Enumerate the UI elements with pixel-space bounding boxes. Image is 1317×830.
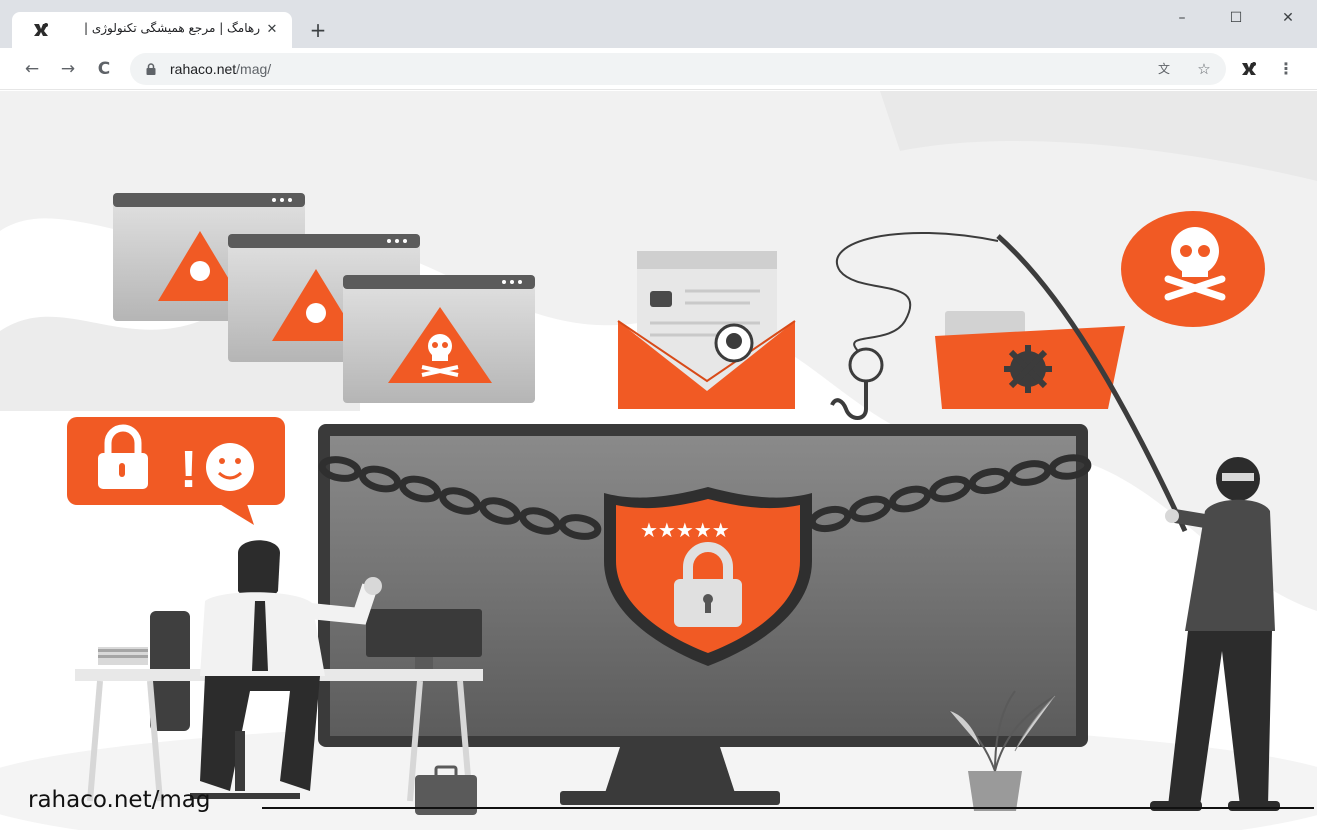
exclamation-text: ! [180, 441, 197, 499]
watermark-divider [262, 807, 1314, 809]
translate-icon[interactable]: 文 [1154, 59, 1174, 79]
minimize-button[interactable]: – [1162, 8, 1202, 28]
browser-tab[interactable]: رهامگ | مرجع همیشگی تکنولوژی | ✕ [12, 12, 292, 48]
page-content: ! ★★★★★ rahaco.net/mag [0, 91, 1317, 830]
svg-text:★★★★★: ★★★★★ [640, 518, 730, 542]
new-tab-button[interactable]: + [306, 18, 330, 42]
menu-icon[interactable]: ⋮ [1278, 57, 1294, 81]
phishing-email-icon [617, 251, 796, 409]
lock-icon [146, 63, 156, 75]
url-host: rahaco.net [170, 61, 237, 77]
reload-button[interactable]: C [92, 57, 116, 81]
maximize-button[interactable]: ☐ [1216, 8, 1256, 28]
forward-button[interactable]: → [56, 57, 80, 81]
browser-toolbar: ← → C rahaco.net/mag/ 文 ☆ ⋮ [0, 48, 1317, 90]
rahaco-extension-icon[interactable] [1240, 61, 1258, 77]
close-window-button[interactable]: ✕ [1268, 8, 1308, 28]
tab-strip: رهامگ | مرجع همیشگی تکنولوژی | ✕ + – ☐ ✕ [0, 0, 1317, 48]
rahaco-favicon-icon [34, 23, 48, 36]
warning-window-3 [343, 275, 535, 403]
skull-bubble-icon [1121, 211, 1265, 327]
url-path: /mag/ [236, 61, 272, 77]
smiley-icon [206, 443, 254, 491]
tab-title: رهامگ | مرجع همیشگی تکنولوژی | [83, 21, 260, 35]
security-speech-bubble: ! [67, 417, 285, 525]
star-icon[interactable]: ☆ [1194, 59, 1214, 79]
cyber-security-illustration: ! ★★★★★ [0, 91, 1317, 830]
site-watermark: rahaco.net/mag [28, 787, 211, 813]
tab-close-icon[interactable]: ✕ [262, 20, 282, 40]
rating-stars: ★★★★★ [640, 518, 730, 542]
url-text[interactable]: rahaco.net/mag/ [170, 61, 271, 77]
back-button[interactable]: ← [20, 57, 44, 81]
address-bar[interactable]: rahaco.net/mag/ 文 ☆ [130, 53, 1226, 85]
